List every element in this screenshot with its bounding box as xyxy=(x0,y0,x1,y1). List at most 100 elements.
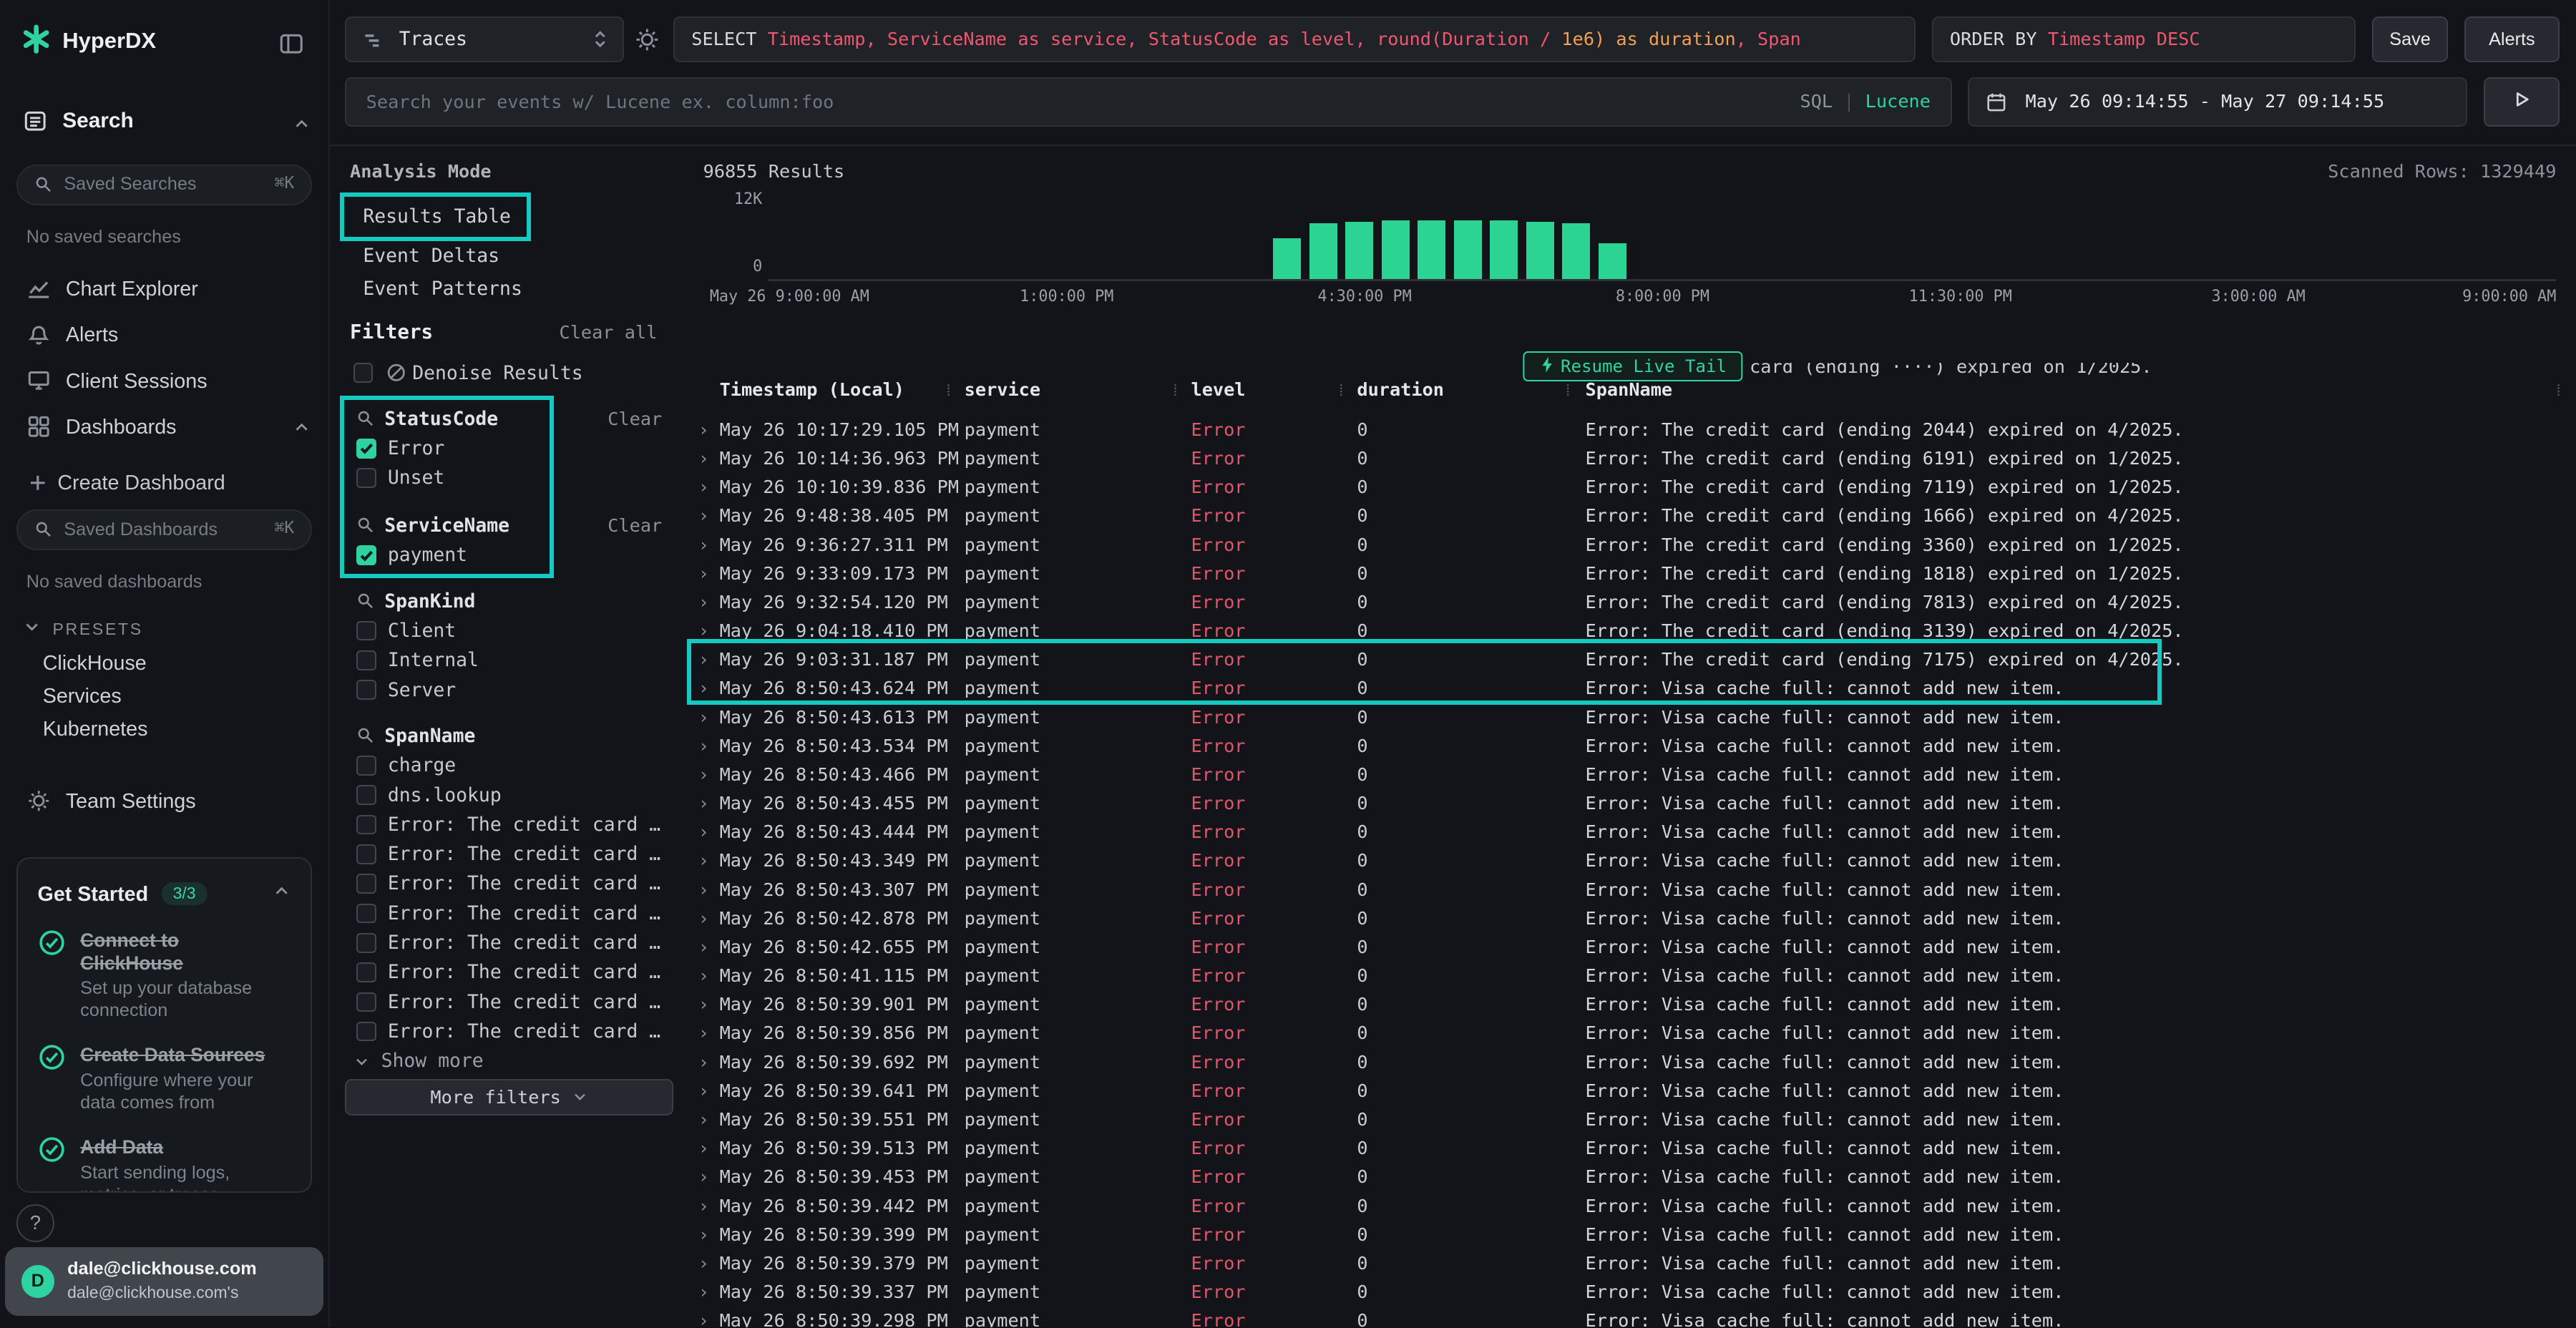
filter-option-error-the-credit-card-[interactable]: Error: The credit card … xyxy=(337,957,682,987)
table-row[interactable]: ›May 26 8:50:43.455 PMpaymentError0Error… xyxy=(690,789,2576,818)
table-row[interactable]: ›May 26 8:50:39.551 PMpaymentError0Error… xyxy=(690,1105,2576,1134)
table-row[interactable]: ›May 26 9:48:38.405 PMpaymentError0Error… xyxy=(690,502,2576,530)
checkbox[interactable] xyxy=(356,815,376,835)
filter-option-error-the-credit-card-[interactable]: Error: The credit card … xyxy=(337,810,682,839)
sidebar-item-team-settings[interactable]: Team Settings xyxy=(66,790,196,814)
analysis-mode-results-table[interactable]: Results Table xyxy=(363,202,511,231)
row-expand-chevron-icon[interactable]: › xyxy=(698,1192,709,1221)
table-row[interactable]: ›May 26 8:50:43.613 PMpaymentError0Error… xyxy=(690,703,2576,732)
row-expand-chevron-icon[interactable]: › xyxy=(698,732,709,761)
date-range-picker[interactable]: May 26 09:14:55 - May 27 09:14:55 xyxy=(1968,77,2467,127)
table-row[interactable]: ›May 26 10:17:29.105 PMpaymentError0Erro… xyxy=(690,416,2576,444)
gear-icon[interactable] xyxy=(634,26,660,53)
column-header-timestamp[interactable]: Timestamp (Local) xyxy=(720,379,904,400)
row-expand-chevron-icon[interactable]: › xyxy=(698,1163,709,1191)
search-input[interactable] xyxy=(366,79,1516,125)
checkbox[interactable] xyxy=(356,621,376,641)
table-row[interactable]: ›May 26 10:10:39.836 PMpaymentError0Erro… xyxy=(690,473,2576,502)
row-expand-chevron-icon[interactable]: › xyxy=(698,703,709,732)
row-expand-chevron-icon[interactable]: › xyxy=(698,962,709,990)
row-expand-chevron-icon[interactable]: › xyxy=(698,444,709,473)
analysis-mode-event-patterns[interactable]: Event Patterns xyxy=(363,274,522,303)
table-row[interactable]: ›May 26 10:14:36.963 PMpaymentError0Erro… xyxy=(690,444,2576,473)
row-expand-chevron-icon[interactable]: › xyxy=(698,990,709,1019)
table-row[interactable]: ›May 26 8:50:39.453 PMpaymentError0Error… xyxy=(690,1163,2576,1191)
filter-option-client[interactable]: Client xyxy=(337,616,682,645)
saved-dashboards-input[interactable]: ⌘K xyxy=(16,509,312,550)
table-row[interactable]: ›May 26 8:50:43.444 PMpaymentError0Error… xyxy=(690,818,2576,846)
checkbox[interactable] xyxy=(356,650,376,670)
table-row[interactable]: ›May 26 8:50:43.624 PMpaymentError0Error… xyxy=(690,674,2576,703)
more-filters-button[interactable]: More filters xyxy=(345,1079,673,1115)
table-row[interactable]: ›May 26 8:50:39.692 PMpaymentError0Error… xyxy=(690,1048,2576,1077)
column-resize-handle[interactable]: ⁞ xyxy=(1173,381,1177,400)
table-row[interactable]: ›May 26 9:03:31.187 PMpaymentError0Error… xyxy=(690,645,2576,674)
facet-search-icon[interactable] xyxy=(356,409,374,427)
checkbox[interactable] xyxy=(356,545,376,565)
row-expand-chevron-icon[interactable]: › xyxy=(698,416,709,444)
show-more-link[interactable]: Show more xyxy=(337,1046,682,1075)
row-expand-chevron-icon[interactable]: › xyxy=(698,933,709,962)
table-row[interactable]: ›May 26 8:50:39.513 PMpaymentError0Error… xyxy=(690,1134,2576,1163)
checkbox[interactable] xyxy=(356,844,376,864)
row-expand-chevron-icon[interactable]: › xyxy=(698,674,709,703)
source-selector[interactable]: Traces xyxy=(345,16,624,62)
sidebar-item-client-sessions[interactable]: Client Sessions xyxy=(66,370,208,394)
facet-search-icon[interactable] xyxy=(356,726,374,744)
chevron-down-icon[interactable] xyxy=(23,617,41,635)
alerts-button[interactable]: Alerts xyxy=(2464,16,2560,62)
column-resize-handle[interactable]: ⁞ xyxy=(946,381,950,400)
histogram-bar[interactable] xyxy=(1345,222,1373,279)
table-row[interactable]: ›May 26 8:50:39.442 PMpaymentError0Error… xyxy=(690,1192,2576,1221)
facet-search-icon[interactable] xyxy=(356,516,374,534)
table-row[interactable]: ›May 26 8:50:41.115 PMpaymentError0Error… xyxy=(690,962,2576,990)
table-row[interactable]: ›May 26 8:50:39.337 PMpaymentError0Error… xyxy=(690,1278,2576,1307)
histogram-bar[interactable] xyxy=(1382,220,1410,280)
row-expand-chevron-icon[interactable]: › xyxy=(698,473,709,502)
histogram-bar[interactable] xyxy=(1454,220,1482,280)
facet-clear-link[interactable]: Clear xyxy=(608,404,662,434)
column-header-service[interactable]: service xyxy=(965,379,1040,400)
row-expand-chevron-icon[interactable]: › xyxy=(698,645,709,674)
column-header-spanname[interactable]: SpanName xyxy=(1586,379,1673,400)
row-expand-chevron-icon[interactable]: › xyxy=(698,1307,709,1327)
table-row[interactable]: ›May 26 8:50:39.901 PMpaymentError0Error… xyxy=(690,990,2576,1019)
table-row[interactable]: ›May 26 9:36:27.311 PMpaymentError0Error… xyxy=(690,531,2576,560)
row-expand-chevron-icon[interactable]: › xyxy=(698,617,709,645)
facet-clear-link[interactable]: Clear xyxy=(608,511,662,540)
histogram-bar[interactable] xyxy=(1309,223,1337,279)
filter-option-server[interactable]: Server xyxy=(337,675,682,705)
filter-option-error-the-credit-card-[interactable]: Error: The credit card … xyxy=(337,899,682,928)
table-row[interactable]: ›May 26 9:04:18.410 PMpaymentError0Error… xyxy=(690,617,2576,645)
checkbox[interactable] xyxy=(356,904,376,924)
row-expand-chevron-icon[interactable]: › xyxy=(698,588,709,617)
filter-option-error-the-credit-card-[interactable]: Error: The credit card … xyxy=(337,987,682,1017)
save-button[interactable]: Save xyxy=(2372,16,2448,62)
row-expand-chevron-icon[interactable]: › xyxy=(698,531,709,560)
table-row[interactable]: ›May 26 9:33:09.173 PMpaymentError0Error… xyxy=(690,560,2576,588)
row-expand-chevron-icon[interactable]: › xyxy=(698,1221,709,1249)
run-query-button[interactable] xyxy=(2484,77,2560,127)
query-language-toggle[interactable]: SQL | Lucene xyxy=(1800,79,1931,125)
table-row[interactable]: ›May 26 8:50:43.534 PMpaymentError0Error… xyxy=(690,732,2576,761)
order-by-editor[interactable]: ORDER BY Timestamp DESC xyxy=(1932,16,2356,62)
row-expand-chevron-icon[interactable]: › xyxy=(698,761,709,789)
user-menu[interactable]: D dale@clickhouse.com dale@clickhouse.co… xyxy=(5,1247,323,1316)
get-started-step[interactable]: Connect to ClickHouse Set up your databa… xyxy=(38,929,291,1022)
row-expand-chevron-icon[interactable]: › xyxy=(698,1278,709,1307)
table-row[interactable]: ›May 26 8:50:42.655 PMpaymentError0Error… xyxy=(690,933,2576,962)
table-row[interactable]: ›May 26 8:50:42.878 PMpaymentError0Error… xyxy=(690,904,2576,933)
filter-option-error-the-credit-card-[interactable]: Error: The credit card … xyxy=(337,928,682,957)
row-expand-chevron-icon[interactable]: › xyxy=(698,1019,709,1048)
sidebar-item-search[interactable]: Search xyxy=(62,109,134,133)
histogram-bar[interactable] xyxy=(1599,243,1626,280)
presets-header[interactable]: PRESETS xyxy=(52,620,142,639)
table-row[interactable]: ›May 26 9:32:54.120 PMpaymentError0Error… xyxy=(690,588,2576,617)
row-expand-chevron-icon[interactable]: › xyxy=(698,1048,709,1077)
saved-searches-input[interactable]: ⌘K xyxy=(16,165,312,205)
denoise-toggle[interactable]: Denoise Results xyxy=(337,358,682,388)
sidebar-item-services[interactable]: Services xyxy=(43,685,122,708)
sql-query-editor[interactable]: SELECT Timestamp, ServiceName as service… xyxy=(673,16,1916,62)
table-row[interactable]: ›May 26 8:50:39.856 PMpaymentError0Error… xyxy=(690,1019,2576,1048)
saved-searches-field[interactable] xyxy=(64,166,245,204)
